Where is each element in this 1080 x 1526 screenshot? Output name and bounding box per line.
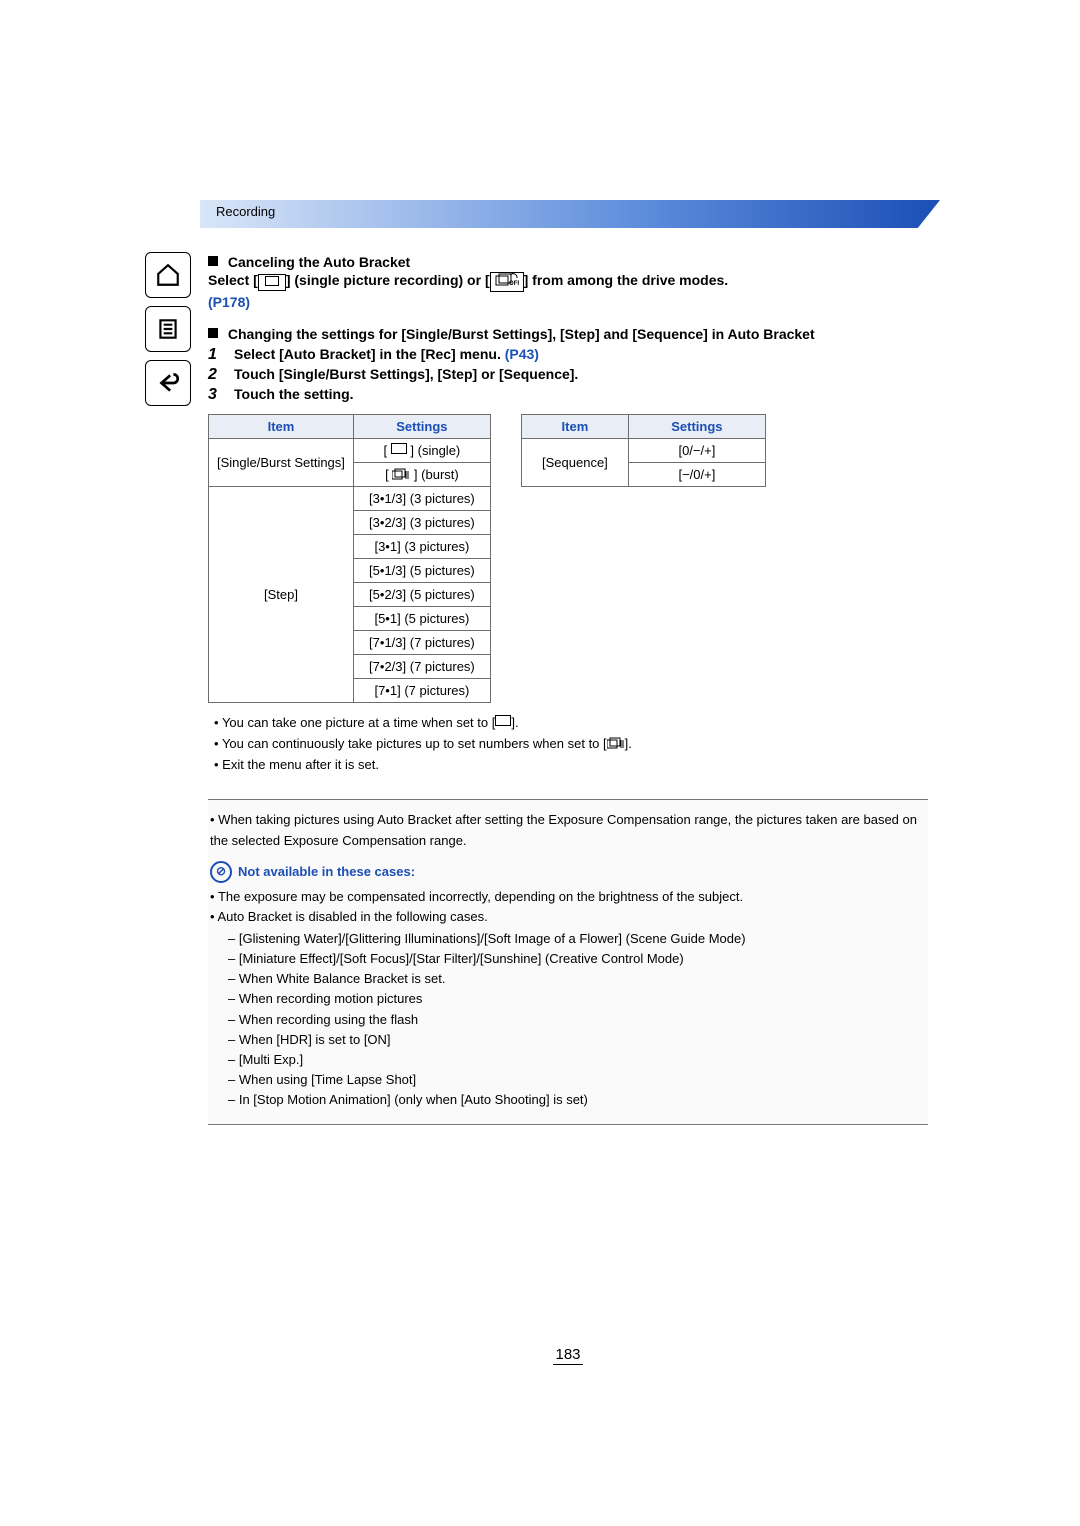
- cell-step-label: [Step]: [209, 487, 354, 703]
- note-p2: • The exposure may be compensated incorr…: [210, 887, 926, 907]
- square-bullet-icon: [208, 256, 218, 266]
- single-glyph-icon: [495, 715, 511, 726]
- th-settings: Settings: [628, 415, 765, 439]
- burst-glyph-icon: [392, 468, 410, 480]
- dash-item: [Miniature Effect]/[Soft Focus]/[Star Fi…: [228, 949, 926, 969]
- th-settings: Settings: [353, 415, 490, 439]
- page: Recording Canceling the Auto Bracket Sel…: [0, 0, 1080, 1526]
- single-shot-icon: [258, 274, 286, 291]
- settings-table-left: Item Settings [Single/Burst Settings] [ …: [208, 414, 491, 703]
- dash-item: When recording motion pictures: [228, 989, 926, 1009]
- cancel-instruction: Select [] (single picture recording) or …: [208, 272, 928, 292]
- note-p1: • When taking pictures using Auto Bracke…: [210, 810, 926, 850]
- prohibit-icon: ⊘: [210, 861, 232, 883]
- dash-item: [Multi Exp.]: [228, 1050, 926, 1070]
- burst-glyph-icon: [607, 735, 625, 747]
- cell-sequence-label: [Sequence]: [521, 439, 628, 487]
- settings-table-right: Item Settings [Sequence] [0/−/+] [−/0/+]: [521, 414, 766, 487]
- note-p3: • Auto Bracket is disabled in the follow…: [210, 907, 926, 927]
- dash-item: [Glistening Water]/[Glittering Illuminat…: [228, 929, 926, 949]
- step-1: 1 Select [Auto Bracket] in the [Rec] men…: [208, 346, 928, 364]
- cell-burst: [ ] (burst): [353, 463, 490, 487]
- footnote: You can take one picture at a time when …: [214, 713, 928, 734]
- side-nav: [145, 252, 193, 406]
- single-glyph-icon: [391, 443, 407, 454]
- step-2: 2 Touch [Single/Burst Settings], [Step] …: [208, 366, 928, 384]
- dash-list: [Glistening Water]/[Glittering Illuminat…: [228, 929, 926, 1110]
- table-footnotes: You can take one picture at a time when …: [214, 713, 928, 775]
- step-opt: [3•1/3] (3 pictures): [353, 487, 490, 511]
- contents-icon[interactable]: [145, 306, 191, 352]
- content-area: Canceling the Auto Bracket Select [] (si…: [208, 254, 928, 1125]
- dash-item: When White Balance Bracket is set.: [228, 969, 926, 989]
- step-opt: [3•1] (3 pictures): [353, 535, 490, 559]
- ref-p178[interactable]: (P178): [208, 294, 928, 310]
- step-opt: [5•1/3] (5 pictures): [353, 559, 490, 583]
- seq-opt: [0/−/+]: [628, 439, 765, 463]
- seq-opt: [−/0/+]: [628, 463, 765, 487]
- section-header-label: Recording: [216, 204, 275, 219]
- footnote: You can continuously take pictures up to…: [214, 734, 928, 755]
- svg-text:OFF: OFF: [509, 281, 519, 287]
- step-opt: [3•2/3] (3 pictures): [353, 511, 490, 535]
- th-item: Item: [521, 415, 628, 439]
- dash-item: When [HDR] is set to [ON]: [228, 1030, 926, 1050]
- home-icon[interactable]: [145, 252, 191, 298]
- step-opt: [5•1] (5 pictures): [353, 607, 490, 631]
- not-available-title: ⊘ Not available in these cases:: [210, 861, 926, 883]
- step-opt: [5•2/3] (5 pictures): [353, 583, 490, 607]
- step-opt: [7•2/3] (7 pictures): [353, 655, 490, 679]
- cell-single: [ ] (single): [353, 439, 490, 463]
- square-bullet-icon: [208, 328, 218, 338]
- ref-p43[interactable]: (P43): [505, 346, 539, 362]
- cancel-heading: Canceling the Auto Bracket: [208, 254, 928, 270]
- section-header-bar: [200, 200, 940, 228]
- dash-item: When recording using the flash: [228, 1010, 926, 1030]
- footnote: Exit the menu after it is set.: [214, 755, 928, 776]
- drive-mode-off-icon: OFF: [490, 272, 524, 292]
- change-heading: Changing the settings for [Single/Burst …: [208, 326, 928, 342]
- th-item: Item: [209, 415, 354, 439]
- steps-list: 1 Select [Auto Bracket] in the [Rec] men…: [208, 346, 928, 404]
- cell-single-burst: [Single/Burst Settings]: [209, 439, 354, 487]
- page-number: 183: [208, 1346, 928, 1363]
- step-opt: [7•1/3] (7 pictures): [353, 631, 490, 655]
- tables-row: Item Settings [Single/Burst Settings] [ …: [208, 414, 928, 703]
- dash-item: When using [Time Lapse Shot]: [228, 1070, 926, 1090]
- step-opt: [7•1] (7 pictures): [353, 679, 490, 703]
- dash-item: In [Stop Motion Animation] (only when [A…: [228, 1090, 926, 1110]
- step-3: 3 Touch the setting.: [208, 386, 928, 404]
- notes-box: • When taking pictures using Auto Bracke…: [208, 799, 928, 1125]
- back-icon[interactable]: [145, 360, 191, 406]
